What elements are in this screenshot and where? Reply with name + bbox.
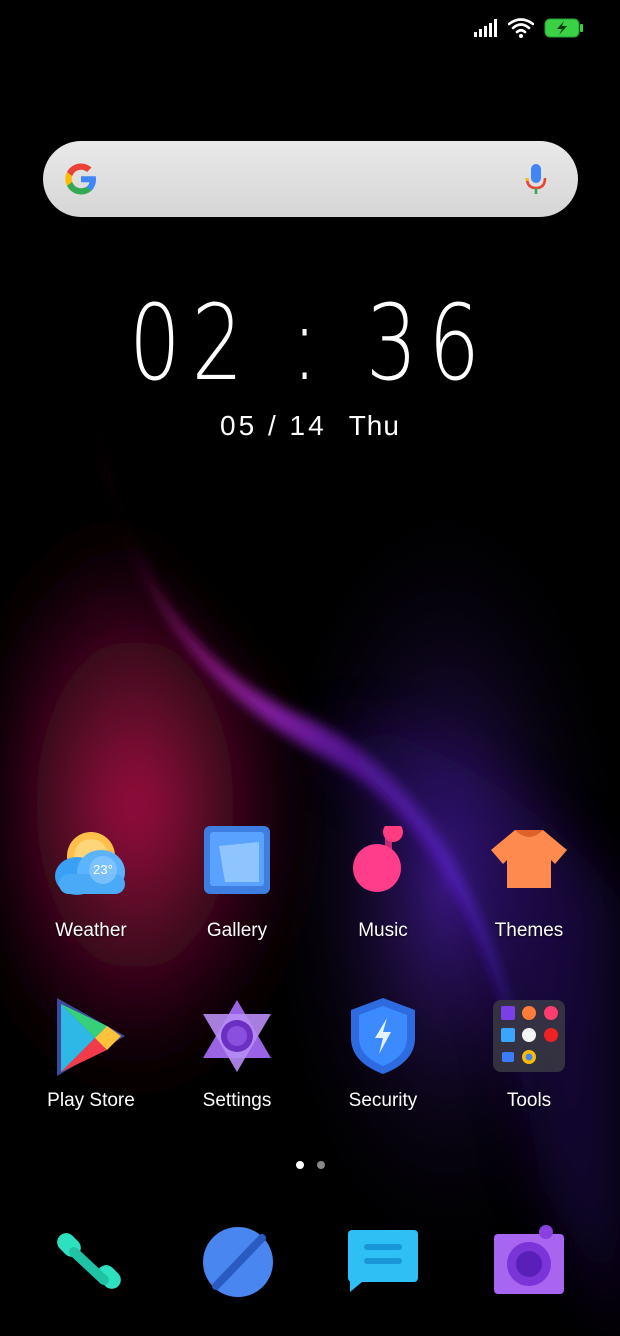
app-settings[interactable]: Settings <box>164 996 310 1112</box>
page-dot[interactable] <box>316 1161 325 1169</box>
app-label: Play Store <box>47 1090 135 1111</box>
clock-date[interactable]: 05 / 14 Thu <box>0 410 620 442</box>
app-label: Weather <box>55 920 127 941</box>
app-label: Themes <box>494 920 564 941</box>
dock-camera[interactable] <box>490 1222 570 1302</box>
dock-phone[interactable] <box>52 1222 132 1302</box>
weather-temp: 23° <box>93 862 113 877</box>
app-security[interactable]: Security <box>310 996 456 1112</box>
tools-folder-icon <box>493 1000 565 1072</box>
music-icon <box>353 822 403 892</box>
app-folder-tools[interactable]: Tools <box>456 996 602 1112</box>
browser-icon <box>203 1227 273 1297</box>
home-screen: 02 : 36 05 / 14 Thu 23° Weather Gallery … <box>0 0 620 1336</box>
page-dot-active[interactable] <box>295 1161 304 1169</box>
page-indicator <box>0 1161 620 1169</box>
dock-messages[interactable] <box>344 1222 424 1302</box>
phone-icon <box>57 1233 121 1289</box>
themes-tshirt-icon <box>491 830 567 888</box>
clock-time[interactable]: 02 : 36 <box>68 288 552 398</box>
google-search-bar[interactable] <box>43 141 578 217</box>
app-play-store[interactable]: Play Store <box>18 996 164 1112</box>
app-label: Tools <box>506 1090 552 1111</box>
gallery-icon <box>204 826 270 894</box>
app-weather[interactable]: 23° Weather <box>18 826 164 942</box>
app-gallery[interactable]: Gallery <box>164 826 310 942</box>
play-store-icon <box>57 998 125 1076</box>
dock-browser[interactable] <box>198 1222 278 1302</box>
wifi-icon <box>508 18 534 38</box>
app-label: Settings <box>202 1090 272 1111</box>
weekday: Thu <box>348 410 400 441</box>
camera-icon <box>494 1225 564 1294</box>
app-themes[interactable]: Themes <box>456 826 602 942</box>
app-label: Security <box>348 1090 418 1111</box>
status-bar <box>474 14 584 42</box>
cellular-signal-icon <box>474 19 497 37</box>
date-value: 05 / 14 <box>220 410 327 441</box>
weather-icon: 23° <box>55 832 125 895</box>
app-label: Gallery <box>206 920 268 941</box>
battery-charging-icon <box>544 18 583 38</box>
settings-icon <box>203 1000 271 1072</box>
messages-icon <box>348 1230 418 1292</box>
app-label: Music <box>358 920 408 941</box>
microphone-icon[interactable] <box>524 163 548 197</box>
google-g-icon <box>65 163 96 195</box>
security-shield-icon <box>351 998 415 1074</box>
app-music[interactable]: Music <box>310 822 456 942</box>
